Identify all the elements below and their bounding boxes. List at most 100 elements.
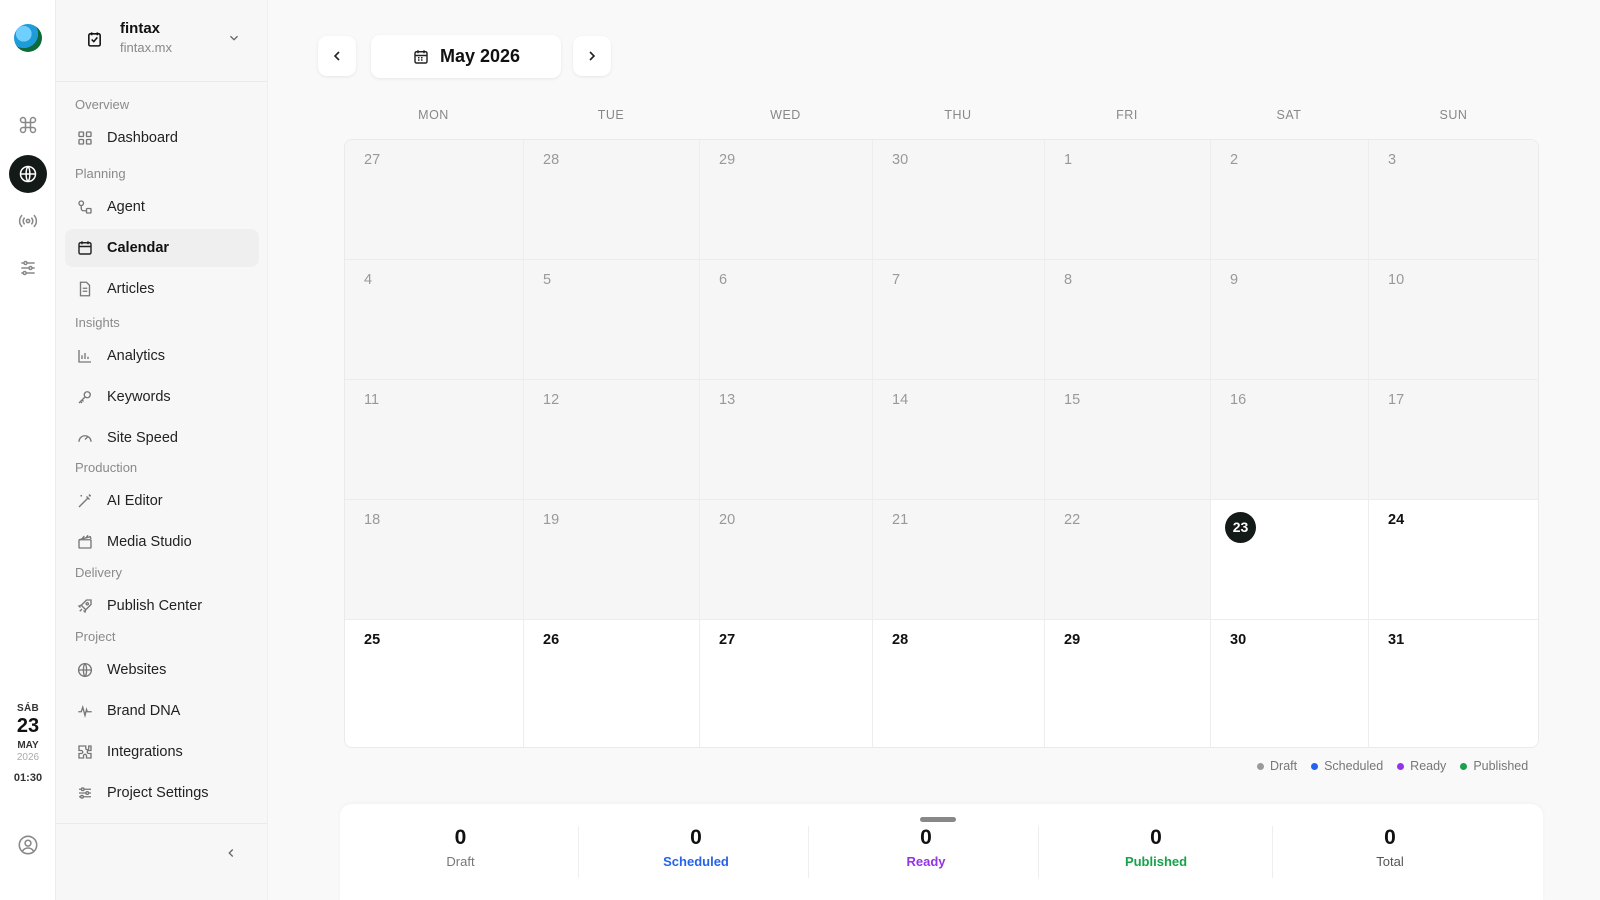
sidebar-item-label: Keywords [107, 389, 171, 405]
stat-total[interactable]: 0 Total [1272, 826, 1507, 878]
sidebar-item-label: Project Settings [107, 785, 209, 801]
sidebar-item-project-settings[interactable]: Project Settings [65, 774, 259, 812]
drag-handle[interactable] [920, 817, 956, 822]
document-icon [79, 281, 91, 297]
previous-month-button[interactable] [318, 36, 356, 76]
calendar-day[interactable]: 13 [700, 380, 873, 500]
legend-dot [1311, 762, 1319, 770]
sidebar-item-label: Integrations [107, 744, 183, 760]
calendar-day[interactable]: 12 [524, 380, 700, 500]
status-summary-panel: 0 Draft 0 Scheduled 0 Ready 0 Published 0 Total [340, 804, 1543, 900]
calendar-day[interactable]: 9 [1211, 260, 1369, 380]
calendar-day[interactable]: 25 [345, 620, 524, 747]
command-icon[interactable] [9, 106, 47, 144]
calendar-day[interactable]: 24 [1369, 500, 1538, 620]
calendar-icon [414, 49, 428, 64]
stat-value: 0 [690, 826, 702, 849]
stat-scheduled[interactable]: 0 Scheduled [578, 826, 813, 878]
calendar-day[interactable]: 18 [345, 500, 524, 620]
calendar-day[interactable]: 28 [524, 140, 700, 260]
calendar-day[interactable]: 30 [873, 140, 1045, 260]
day-number: 2 [1230, 152, 1239, 168]
day-number: 21 [892, 512, 909, 528]
calendar-day[interactable]: 10 [1369, 260, 1538, 380]
sidebar-item-dashboard[interactable]: Dashboard [65, 119, 259, 157]
day-number: 29 [1064, 632, 1081, 648]
broadcast-icon[interactable] [9, 202, 47, 240]
day-number: 22 [1064, 512, 1081, 528]
legend-item-draft: Draft [1257, 759, 1297, 773]
day-number: 23 [1225, 512, 1256, 543]
stat-label: Scheduled [663, 854, 729, 869]
sidebar-item-websites[interactable]: Websites [65, 651, 259, 689]
stat-label: Ready [906, 854, 946, 869]
sidebar-item-ai-editor[interactable]: AI Editor [65, 482, 259, 520]
workspace-switcher[interactable]: fintax fintax.mx [56, 0, 267, 82]
calendar-day[interactable]: 29 [1045, 620, 1211, 747]
sidebar-item-label: Dashboard [107, 130, 178, 146]
user-profile-icon[interactable] [17, 834, 39, 856]
stat-ready[interactable]: 0 Ready [808, 826, 1043, 878]
sidebar-item-calendar[interactable]: Calendar [65, 229, 259, 267]
sliders-icon[interactable] [9, 249, 47, 287]
app-logo[interactable] [14, 24, 42, 52]
main-content: May 2026 MON TUE WED THU FRI SAT SUN 27 28 29 30 1… [267, 0, 1600, 900]
calendar-day[interactable]: 27 [700, 620, 873, 747]
collapse-sidebar-icon[interactable] [224, 846, 238, 860]
day-number: 19 [543, 512, 560, 528]
chevron-down-icon[interactable] [227, 31, 241, 45]
globe-icon[interactable] [9, 155, 47, 193]
calendar-day[interactable]: 21 [873, 500, 1045, 620]
dashboard-icon [78, 131, 92, 145]
sidebar-item-label: Site Speed [107, 430, 178, 446]
sidebar-item-brand-dna[interactable]: Brand DNA [65, 692, 259, 730]
calendar-day[interactable]: 3 [1369, 140, 1538, 260]
calendar-day[interactable]: 16 [1211, 380, 1369, 500]
sidebar-item-label: Publish Center [107, 598, 203, 614]
calendar-day[interactable]: 20 [700, 500, 873, 620]
rocket-icon [77, 599, 92, 614]
calendar-day[interactable]: 29 [700, 140, 873, 260]
day-number: 30 [1230, 632, 1247, 648]
section-planning: Planning [75, 166, 126, 181]
sidebar-item-site-speed[interactable]: Site Speed [65, 419, 259, 457]
calendar-day[interactable]: 31 [1369, 620, 1538, 747]
calendar-day[interactable]: 6 [700, 260, 873, 380]
calendar-day[interactable]: 26 [524, 620, 700, 747]
calendar-day[interactable]: 11 [345, 380, 524, 500]
calendar-day[interactable]: 17 [1369, 380, 1538, 500]
calendar-day[interactable]: 30 [1211, 620, 1369, 747]
section-delivery: Delivery [75, 565, 122, 580]
bar-chart-icon [78, 350, 91, 363]
calendar-day[interactable]: 28 [873, 620, 1045, 747]
day-number: 12 [543, 392, 560, 408]
sidebar-item-analytics[interactable]: Analytics [65, 337, 259, 375]
stat-published[interactable]: 0 Published [1038, 826, 1273, 878]
calendar-day[interactable]: 8 [1045, 260, 1211, 380]
sidebar-item-integrations[interactable]: Integrations [65, 733, 259, 771]
next-month-button[interactable] [573, 36, 611, 76]
stat-draft[interactable]: 0 Draft [343, 826, 578, 878]
status-legend: Draft Scheduled Ready Published [1257, 759, 1528, 773]
month-picker-button[interactable]: May 2026 [371, 35, 561, 78]
calendar-day[interactable]: 7 [873, 260, 1045, 380]
calendar-day[interactable]: 14 [873, 380, 1045, 500]
sidebar-item-label: Brand DNA [107, 703, 181, 719]
calendar-day[interactable]: 15 [1045, 380, 1211, 500]
sidebar-item-keywords[interactable]: Keywords [65, 378, 259, 416]
calendar-day[interactable]: 5 [524, 260, 700, 380]
sidebar-item-media-studio[interactable]: Media Studio [65, 523, 259, 561]
sidebar-item-label: Calendar [107, 240, 170, 256]
sidebar-item-label: Media Studio [107, 534, 192, 550]
sidebar-item-publish-center[interactable]: Publish Center [65, 587, 259, 625]
sidebar-item-articles[interactable]: Articles [65, 270, 259, 308]
calendar-day[interactable]: 2 [1211, 140, 1369, 260]
calendar-day[interactable]: 22 [1045, 500, 1211, 620]
calendar-day[interactable]: 19 [524, 500, 700, 620]
sidebar-item-agent[interactable]: Agent [65, 188, 259, 226]
stat-value: 0 [920, 826, 932, 849]
calendar-day[interactable]: 1 [1045, 140, 1211, 260]
calendar-day[interactable]: 27 [345, 140, 524, 260]
calendar-day-today[interactable]: 23 [1211, 500, 1369, 620]
calendar-day[interactable]: 4 [345, 260, 524, 380]
